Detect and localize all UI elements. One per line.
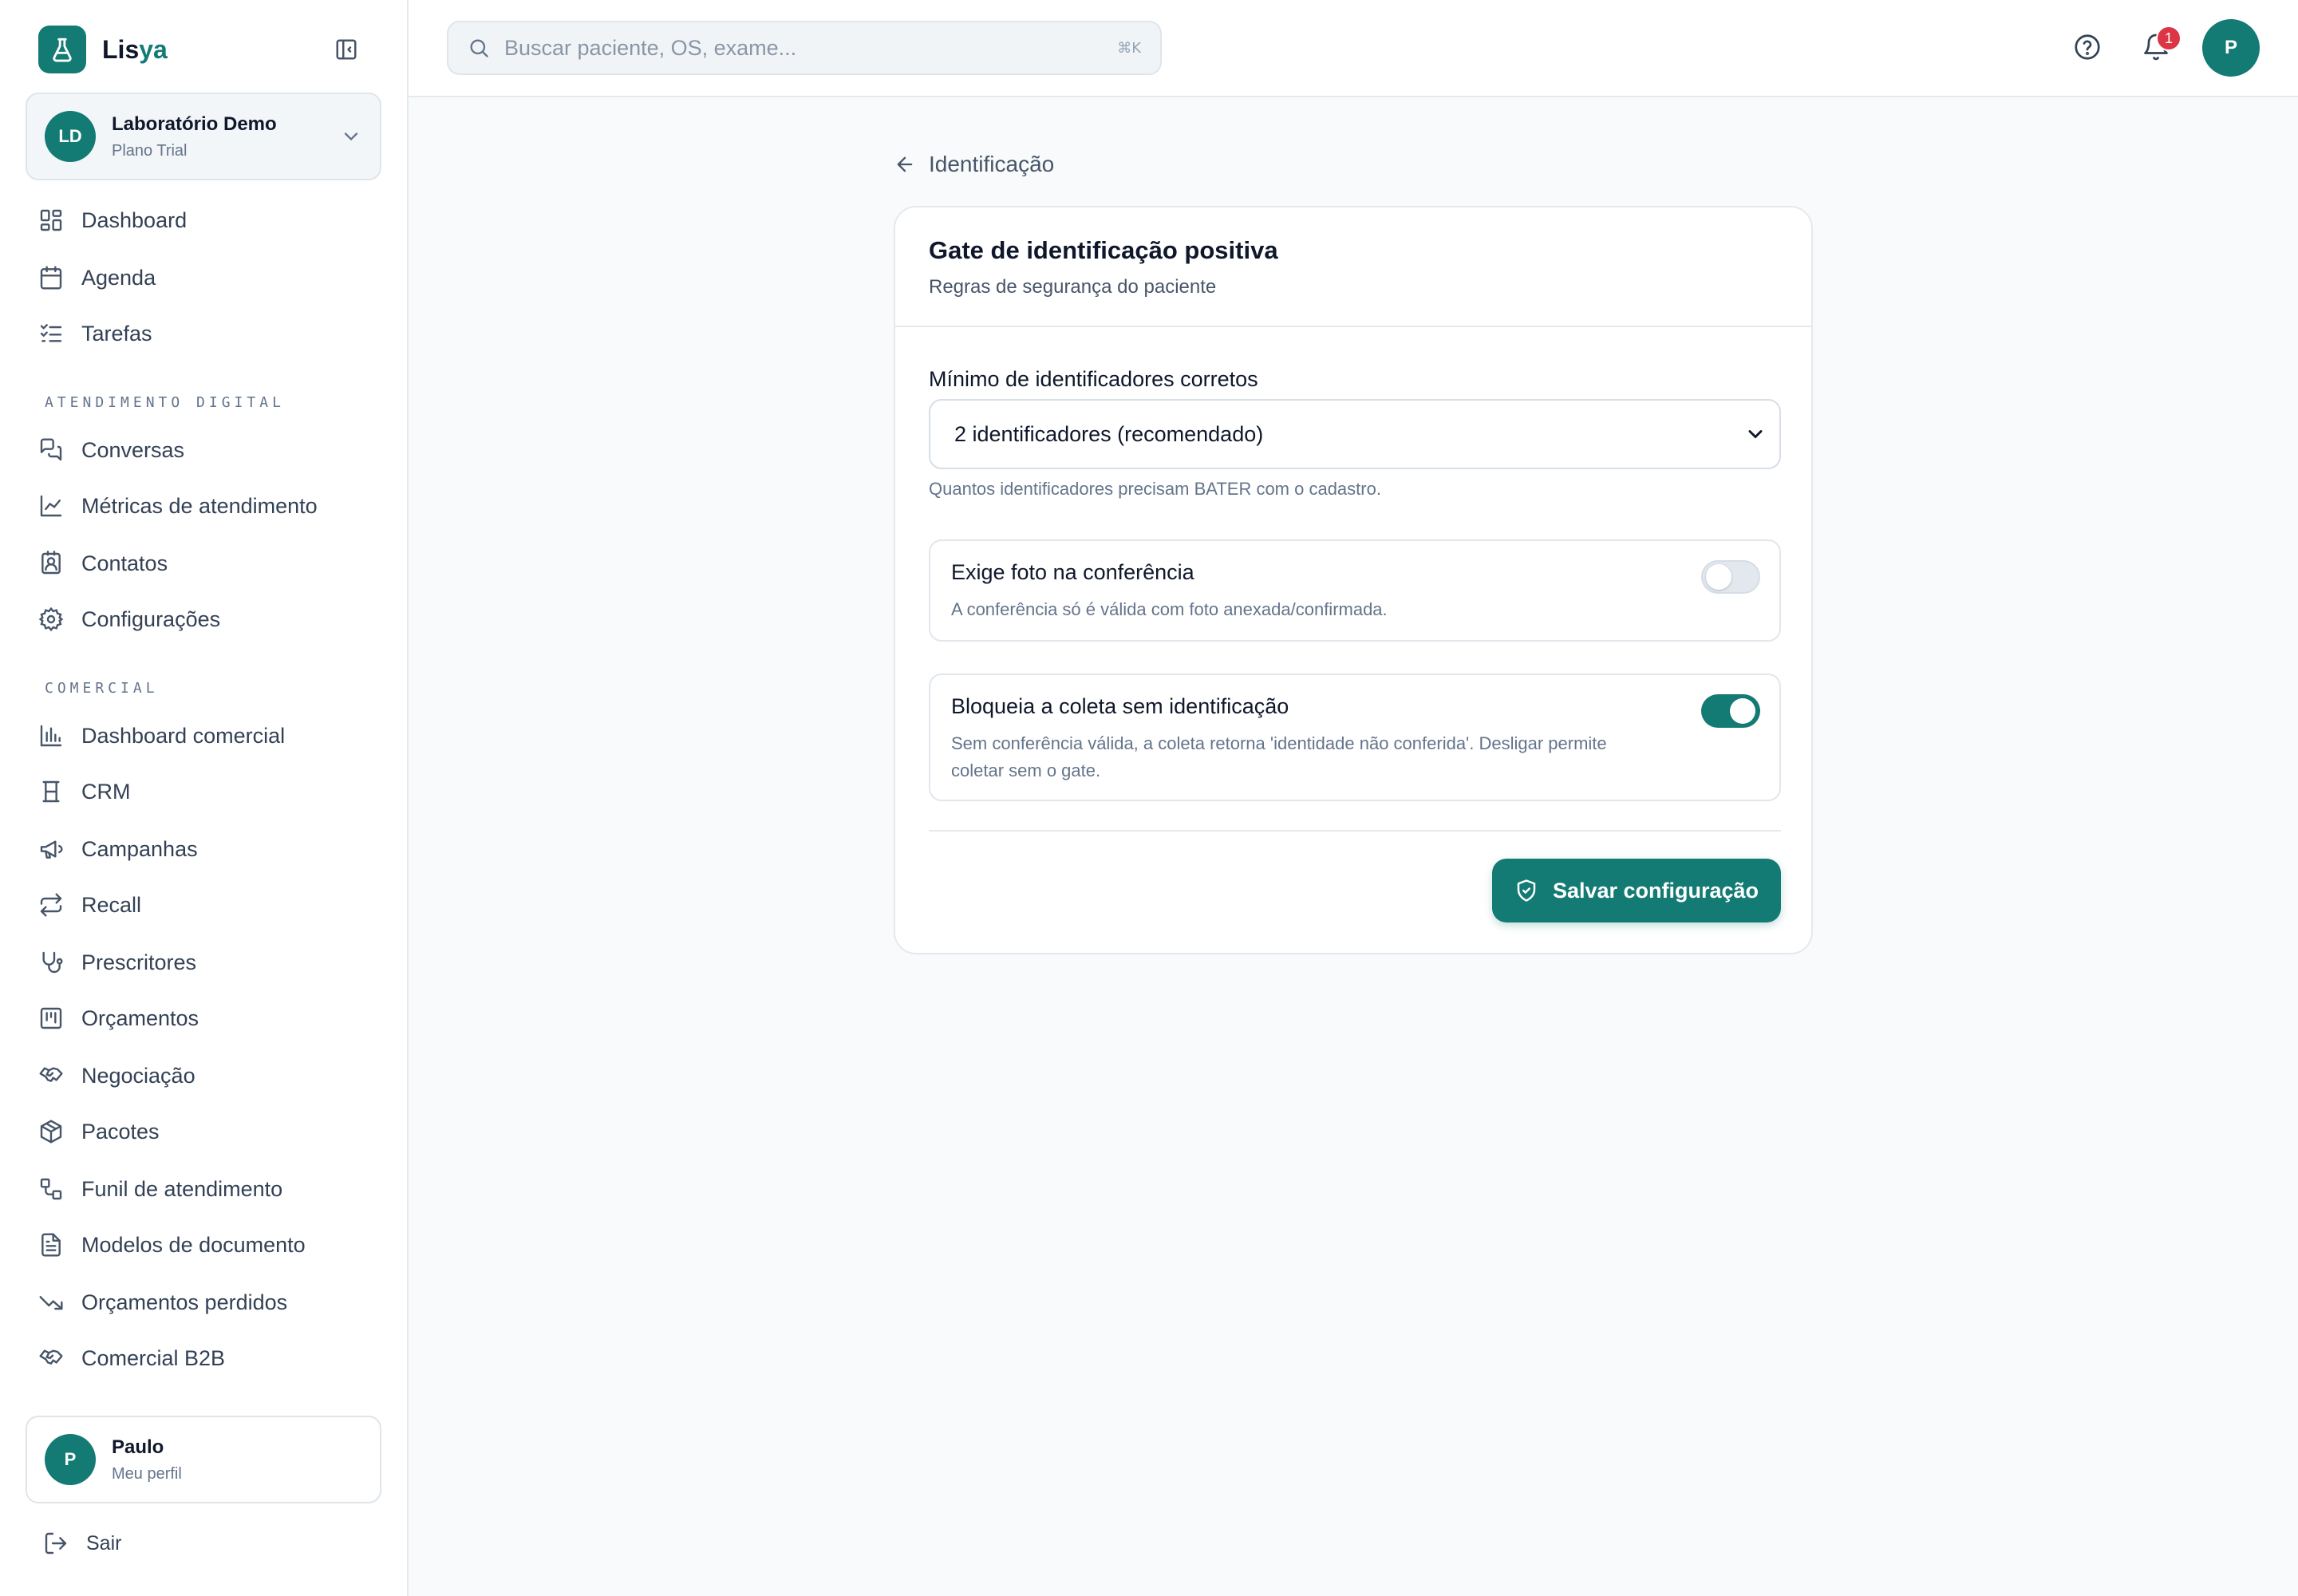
block-collection-desc: Sem conferência válida, a coleta retorna… [951, 733, 1607, 780]
photo-required-setting: Exige foto na conferência A conferência … [929, 539, 1781, 642]
back-label: Identificação [929, 152, 1055, 176]
kanban-icon [40, 1007, 62, 1029]
bar-chart-icon [40, 725, 62, 747]
sidebar-item-orcamentos-perdidos[interactable]: Orçamentos perdidos [38, 1283, 389, 1321]
megaphone-icon [40, 840, 63, 859]
sidebar-item-metricas[interactable]: Métricas de atendimento [38, 487, 389, 525]
sidebar-item-conversas[interactable]: Conversas [38, 431, 389, 469]
sidebar-item-contatos[interactable]: Contatos [38, 544, 389, 583]
profile-card[interactable]: P Paulo Meu perfil [26, 1416, 381, 1503]
org-switcher[interactable]: LD Laboratório Demo Plano Trial [26, 93, 381, 180]
profile-link: Meu perfil [112, 1464, 182, 1483]
handshake-icon [39, 1067, 63, 1082]
min-identifiers-select-wrap: 2 identificadores (recomendado) [929, 399, 1781, 469]
package-icon [40, 1120, 62, 1144]
logout-label: Sair [86, 1531, 122, 1555]
contacts-icon [41, 551, 61, 575]
sidebar-item-tarefas[interactable]: Tarefas [38, 314, 389, 353]
repeat-icon [40, 893, 62, 917]
logout-button[interactable]: Sair [43, 1526, 121, 1561]
trending-down-icon [39, 1296, 63, 1310]
sidebar-item-crm[interactable]: CRM [38, 772, 389, 811]
divider [929, 830, 1781, 832]
line-chart-icon [40, 495, 62, 517]
sidebar-item-modelos[interactable]: Modelos de documento [38, 1226, 389, 1264]
org-name: Laboratório Demo [112, 113, 277, 135]
section-label-digital: ATENDIMENTO DIGITAL [45, 394, 285, 411]
sidebar-item-prescritores[interactable]: Prescritores [38, 943, 389, 982]
org-avatar: LD [45, 111, 96, 162]
photo-required-toggle[interactable] [1701, 560, 1760, 594]
stethoscope-icon [42, 951, 63, 974]
photo-required-desc: A conferência só é válida com foto anexa… [951, 599, 1388, 619]
profile-name: Paulo [112, 1436, 164, 1458]
save-config-button[interactable]: Salvar configuração [1492, 859, 1781, 922]
workflow-icon [40, 1178, 62, 1200]
crm-icon [42, 780, 60, 803]
calendar-icon [40, 266, 62, 290]
handshake-icon [39, 1349, 63, 1365]
sidebar-item-orcamentos[interactable]: Orçamentos [38, 999, 389, 1037]
flask-icon [38, 26, 86, 73]
sidebar-item-funil[interactable]: Funil de atendimento [38, 1170, 389, 1208]
shield-check-icon [1517, 879, 1536, 902]
search-input[interactable] [504, 35, 1118, 61]
sidebar-item-campanhas[interactable]: Campanhas [38, 830, 389, 868]
min-identifiers-hint: Quantos identificadores precisam BATER c… [929, 479, 1381, 499]
arrow-left-icon [897, 156, 913, 172]
min-identifiers-label: Mínimo de identificadores corretos [929, 367, 1258, 391]
tasks-icon [40, 324, 62, 342]
sidebar-item-recall[interactable]: Recall [38, 886, 389, 924]
chevron-down-icon [344, 132, 358, 141]
sidebar-item-pacotes[interactable]: Pacotes [38, 1112, 389, 1151]
min-identifiers-select[interactable]: 2 identificadores (recomendado) [929, 399, 1781, 469]
toggle-knob [1706, 564, 1731, 590]
search-shortcut: ⌘K [1117, 39, 1141, 57]
brand-name: Lisya [102, 34, 168, 64]
back-link[interactable]: Identificação [894, 147, 1054, 182]
search-box[interactable]: ⌘K [447, 21, 1162, 75]
topbar: ⌘K 1 P [409, 0, 2298, 97]
avatar: P [45, 1434, 96, 1485]
card-subtitle: Regras de segurança do paciente [929, 276, 1217, 298]
dashboard-icon [40, 209, 62, 231]
save-config-label: Salvar configuração [1552, 878, 1759, 903]
block-collection-setting: Bloqueia a coleta sem identificação Sem … [929, 674, 1781, 801]
sidebar-item-dashboard-comercial[interactable]: Dashboard comercial [38, 717, 389, 755]
block-collection-toggle[interactable] [1701, 694, 1760, 728]
section-label-comercial: COMERCIAL [45, 680, 159, 697]
sidebar-item-negociacao[interactable]: Negociação [38, 1057, 389, 1095]
sidebar-item-configuracoes[interactable]: Configurações [38, 600, 389, 638]
org-plan: Plano Trial [112, 141, 188, 160]
card-title: Gate de identificação positiva [929, 236, 1278, 264]
chat-icon [40, 438, 62, 461]
logout-icon [45, 1532, 67, 1555]
help-icon[interactable] [2073, 33, 2102, 61]
sidebar-item-dashboard[interactable]: Dashboard [38, 201, 389, 239]
gear-icon [38, 606, 64, 632]
toggle-knob [1730, 698, 1755, 724]
photo-required-title: Exige foto na conferência [951, 560, 1194, 584]
sidebar-item-agenda[interactable]: Agenda [38, 259, 389, 297]
sidebar: Lisya LD Laboratório Demo Plano Trial Da… [0, 0, 409, 1596]
document-icon [41, 1233, 61, 1257]
sidebar-item-comercial-b2b[interactable]: Comercial B2B [38, 1339, 389, 1377]
notification-badge: 1 [2156, 26, 2182, 51]
block-collection-title: Bloqueia a coleta sem identificação [951, 694, 1289, 718]
brand[interactable]: Lisya [38, 26, 168, 73]
search-icon [470, 39, 488, 57]
sidebar-collapse-icon[interactable] [334, 37, 359, 62]
card-header: Gate de identificação positiva Regras de… [895, 207, 1811, 327]
identification-gate-card: Gate de identificação positiva Regras de… [894, 206, 1813, 954]
user-avatar[interactable]: P [2202, 19, 2260, 77]
